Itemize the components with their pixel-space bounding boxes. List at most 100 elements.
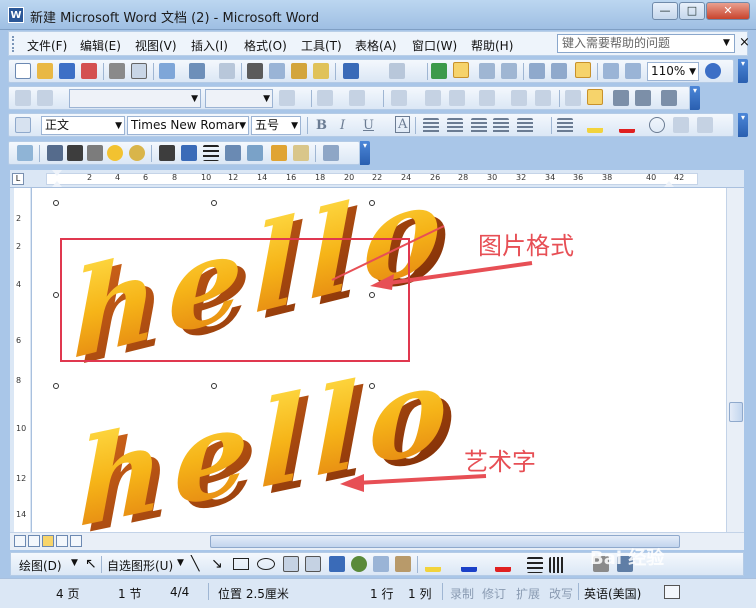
minimize-button[interactable]: —: [652, 2, 678, 20]
text-box-icon[interactable]: [283, 556, 299, 572]
diagram-icon[interactable]: [351, 556, 367, 572]
line-spacing-icon[interactable]: [517, 118, 533, 134]
line-style-icon[interactable]: [527, 557, 543, 573]
menu-tools[interactable]: 工具(T): [301, 37, 342, 54]
selection-handle[interactable]: [369, 383, 375, 389]
undo-icon[interactable]: [343, 63, 359, 79]
web-layout-view-button[interactable]: [28, 535, 40, 547]
oval-icon[interactable]: [257, 558, 275, 570]
distribute-rows-icon[interactable]: [511, 90, 527, 106]
disabled-style-dropdown[interactable]: ▼: [69, 89, 201, 108]
columns-icon[interactable]: [529, 63, 545, 79]
print-preview-icon[interactable]: [131, 63, 147, 79]
enclose-characters-icon[interactable]: [649, 117, 665, 133]
disabled-tool-icon[interactable]: [15, 90, 31, 106]
close-window-button[interactable]: ✕: [706, 2, 750, 20]
font-size-dropdown[interactable]: 五号 ▼: [251, 116, 301, 135]
paste-icon[interactable]: [291, 63, 307, 79]
arrow-icon[interactable]: ↘: [211, 556, 223, 572]
border-icon[interactable]: [317, 90, 333, 106]
horizontal-ruler[interactable]: L 2 4 6 8 10 12 14 16 18 20 22 24 26 28 …: [10, 170, 744, 188]
set-transparent-color-icon[interactable]: [293, 145, 309, 161]
tables-borders-icon[interactable]: [453, 62, 469, 78]
help-dropdown-icon[interactable]: ▼: [723, 38, 730, 48]
menu-edit[interactable]: 编辑(E): [80, 37, 121, 54]
selection-handle[interactable]: [369, 200, 375, 206]
spelling-status-icon[interactable]: [664, 585, 680, 599]
hanging-indent-marker[interactable]: [52, 181, 62, 187]
read-icon[interactable]: [625, 63, 641, 79]
help-search-input[interactable]: 键入需要帮助的问题: [557, 34, 735, 53]
cut-icon[interactable]: [247, 63, 263, 79]
disabled-tool-icon[interactable]: [37, 90, 53, 106]
draw-menu-button[interactable]: 绘图(D): [19, 557, 62, 574]
reset-picture-icon[interactable]: [323, 145, 339, 161]
select-objects-icon[interactable]: ↖: [85, 556, 97, 572]
selection-handle[interactable]: [53, 200, 59, 206]
fill-color-icon[interactable]: [425, 556, 441, 572]
menu-help[interactable]: 帮助(H): [471, 37, 513, 54]
print-icon[interactable]: [109, 63, 125, 79]
shading-icon[interactable]: [349, 90, 365, 106]
menu-table[interactable]: 表格(A): [355, 37, 397, 54]
status-record[interactable]: 录制: [450, 585, 474, 602]
zoom-dropdown[interactable]: 110% ▼: [647, 62, 699, 81]
clip-art-icon[interactable]: [373, 556, 389, 572]
menu-file[interactable]: 文件(F): [27, 37, 67, 54]
color-icon[interactable]: [47, 145, 63, 161]
dash-style-icon[interactable]: [549, 557, 565, 573]
merge-cells-icon[interactable]: [425, 90, 441, 106]
format-picture-icon[interactable]: [271, 145, 287, 161]
rotate-icon[interactable]: [181, 145, 197, 161]
standard-toolbar-options-icon[interactable]: ▾: [738, 59, 748, 83]
hyperlink-icon[interactable]: [431, 63, 447, 79]
align-right-icon[interactable]: [471, 118, 487, 134]
line-style-icon[interactable]: [279, 90, 295, 106]
right-indent-marker[interactable]: [664, 181, 674, 187]
document-page[interactable]: hello hello hello hello 图片格式 艺术字: [32, 188, 726, 532]
cut-disabled-icon[interactable]: [219, 63, 235, 79]
font-color-icon[interactable]: [619, 117, 635, 133]
italic-button[interactable]: I: [340, 118, 345, 133]
formatting-toolbar-options-icon[interactable]: ▾: [738, 113, 748, 137]
toolbar-options-icon[interactable]: ▾: [690, 86, 700, 110]
word-app-icon[interactable]: W: [8, 7, 24, 23]
document-map-icon[interactable]: [575, 62, 591, 78]
status-track-changes[interactable]: 修订: [482, 585, 506, 602]
menu-format[interactable]: 格式(O): [244, 37, 287, 54]
permission-icon[interactable]: [81, 63, 97, 79]
vertical-ruler[interactable]: 2 2 4 6 8 10 12 14: [10, 188, 32, 532]
menu-view[interactable]: 视图(V): [135, 37, 177, 54]
bold-button[interactable]: B: [316, 118, 327, 133]
text-wrapping-icon[interactable]: [247, 145, 263, 161]
crop-icon[interactable]: [159, 145, 175, 161]
open-folder-icon[interactable]: [37, 63, 53, 79]
line-icon[interactable]: ╲: [191, 556, 199, 572]
show-hide-icon[interactable]: [603, 63, 619, 79]
line-style-icon[interactable]: [203, 145, 219, 161]
insert-picture-icon[interactable]: [17, 145, 33, 161]
status-extend[interactable]: 扩展: [516, 585, 540, 602]
picture-toolbar-options-icon[interactable]: ▾: [360, 141, 370, 165]
selection-handle[interactable]: [211, 383, 217, 389]
help-icon[interactable]: [705, 63, 721, 79]
distribute-columns-icon[interactable]: [535, 90, 551, 106]
compress-icon[interactable]: [225, 145, 241, 161]
font-color-icon[interactable]: [495, 556, 511, 572]
status-overtype[interactable]: 改写: [549, 585, 573, 602]
font-dropdown[interactable]: Times New Roman ▼: [127, 116, 249, 135]
shrink-font-icon[interactable]: [697, 117, 713, 133]
normal-view-button[interactable]: [14, 535, 26, 547]
autosum-icon[interactable]: [661, 90, 677, 106]
arrow-style-icon[interactable]: [571, 557, 587, 573]
selection-handle[interactable]: [53, 383, 59, 389]
less-contrast-icon[interactable]: [87, 145, 103, 161]
less-brightness-icon[interactable]: [129, 145, 145, 161]
vertical-scrollbar[interactable]: [726, 188, 744, 532]
spelling-icon[interactable]: [159, 63, 175, 79]
align-center-icon[interactable]: [447, 118, 463, 134]
vertical-scroll-thumb[interactable]: [729, 402, 743, 422]
grow-font-icon[interactable]: [673, 117, 689, 133]
new-document-icon[interactable]: [15, 63, 31, 79]
menubar-grip-icon[interactable]: [12, 36, 15, 52]
